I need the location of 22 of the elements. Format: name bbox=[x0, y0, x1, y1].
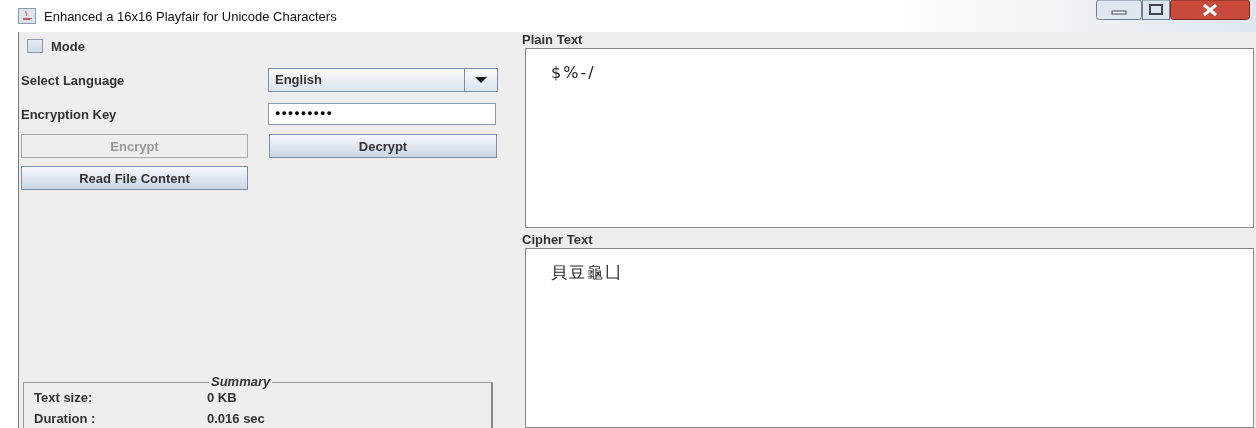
action-button[interactable]: Decrypt bbox=[269, 134, 497, 158]
field-label: Select Language bbox=[21, 72, 126, 88]
minimize-button[interactable] bbox=[1096, 0, 1142, 20]
summary-label: Duration : bbox=[34, 411, 97, 426]
plain-text-area[interactable]: $%-/ bbox=[525, 48, 1254, 228]
cipher-text-area[interactable]: 貝豆龜凵 bbox=[525, 248, 1254, 428]
text-area-label: Cipher Text bbox=[521, 232, 594, 248]
password-field[interactable]: ●●●●●●●●● bbox=[268, 103, 496, 125]
window-title: Enhanced a 16x16 Playfair for Unicode Characters bbox=[44, 8, 337, 24]
language-dropdown[interactable]: English bbox=[268, 68, 498, 92]
checkbox-label: Mode bbox=[51, 38, 85, 54]
summary-label: Text size: bbox=[34, 390, 94, 405]
mode-checkbox[interactable] bbox=[27, 39, 43, 53]
action-button[interactable]: Read File Content bbox=[21, 166, 248, 190]
caret-icon bbox=[475, 77, 487, 83]
summary-value: 0.016 sec bbox=[207, 411, 265, 426]
field-label: Encryption Key bbox=[21, 106, 118, 122]
summary-title: Summary bbox=[209, 374, 273, 389]
close-button[interactable] bbox=[1170, 0, 1250, 20]
maximize-button[interactable] bbox=[1142, 0, 1170, 20]
text-area-label: Plain Text bbox=[521, 32, 584, 48]
summary-value: 0 KB bbox=[207, 390, 237, 405]
